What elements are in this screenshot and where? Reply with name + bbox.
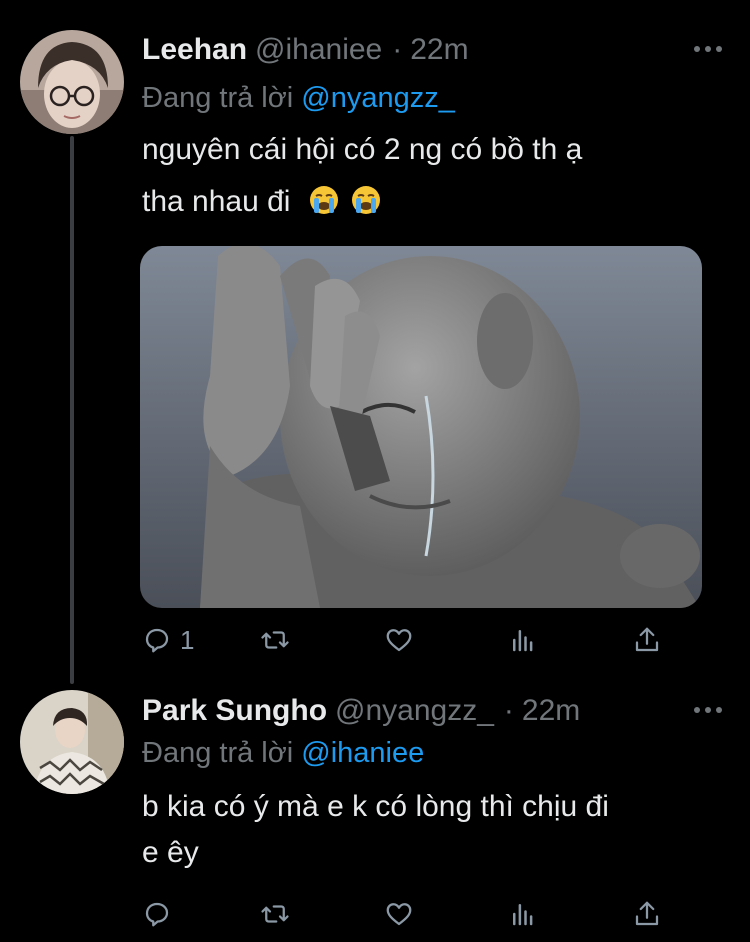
reply-button[interactable]: 1: [142, 620, 194, 660]
analytics-button[interactable]: [508, 620, 538, 660]
separator-dot: ·: [392, 33, 403, 66]
reply-icon: [145, 902, 169, 927]
retweet-icon: [261, 631, 289, 649]
timestamp[interactable]: 22m: [410, 32, 468, 68]
mention-link[interactable]: @nyangzz_: [301, 82, 455, 114]
avatar[interactable]: [20, 690, 124, 794]
more-icon[interactable]: [694, 707, 722, 717]
tweet-actions: [142, 894, 662, 934]
analytics-icon: [513, 630, 533, 652]
retweet-icon: [261, 905, 289, 923]
like-icon: [386, 903, 412, 926]
mention-link[interactable]: @ihaniee: [301, 737, 424, 769]
tweet-actions: 1: [142, 620, 662, 660]
reply-count: 1: [180, 624, 195, 655]
replying-to: Đang trả lời @nyangzz_: [142, 80, 455, 116]
retweet-button[interactable]: [260, 894, 290, 934]
display-name[interactable]: Leehan: [142, 32, 247, 68]
tweet-text-line-2: e êy: [142, 836, 199, 869]
tweet-park-sungho[interactable]: Park Sungho @nyangzz_ · 22m Đang trả lời…: [0, 680, 750, 942]
like-button[interactable]: [384, 620, 414, 660]
username[interactable]: @ihaniee: [255, 32, 382, 68]
tweet-text: b kia có ý mà e k có lòng thì chịu đi e …: [142, 784, 732, 876]
crying-face-emoji-icon: [352, 186, 381, 214]
tweet-text-line-2: tha nhau đi: [142, 176, 732, 228]
share-button[interactable]: [632, 620, 662, 660]
reply-button[interactable]: [142, 894, 180, 934]
share-icon: [635, 627, 659, 652]
analytics-icon: [513, 904, 533, 926]
share-icon: [635, 901, 659, 926]
more-icon[interactable]: [694, 46, 722, 56]
replying-to: Đang trả lời @ihaniee: [142, 735, 424, 771]
username[interactable]: @nyangzz_: [335, 693, 494, 729]
like-button[interactable]: [384, 894, 414, 934]
tweet-text-line: nguyên cái hội có 2 ng có bồ th ạ: [142, 133, 583, 166]
timestamp[interactable]: 22m: [522, 693, 580, 729]
crying-face-emoji-icon: [309, 186, 338, 214]
tweet-header: Park Sungho @nyangzz_ · 22m: [142, 693, 580, 729]
separator-dot: ·: [503, 694, 514, 727]
replying-prefix: Đang trả lời: [142, 82, 294, 114]
analytics-button[interactable]: [508, 894, 538, 934]
tweet-text: nguyên cái hội có 2 ng có bồ th ạ tha nh…: [142, 124, 732, 228]
display-name[interactable]: Park Sungho: [142, 693, 327, 729]
tweet-image[interactable]: [140, 246, 702, 608]
replying-prefix: Đang trả lời: [142, 737, 294, 769]
tweet-header: Leehan @ihaniee · 22m: [142, 32, 469, 68]
tweet-leehan[interactable]: Leehan @ihaniee · 22m Đang trả lời @nyan…: [0, 0, 750, 680]
tweet-text-line: b kia có ý mà e k có lòng thì chịu đi: [142, 790, 609, 823]
share-button[interactable]: [632, 894, 662, 934]
retweet-button[interactable]: [260, 620, 290, 660]
like-icon: [386, 629, 412, 652]
avatar[interactable]: [20, 30, 124, 134]
reply-icon: [145, 628, 169, 653]
